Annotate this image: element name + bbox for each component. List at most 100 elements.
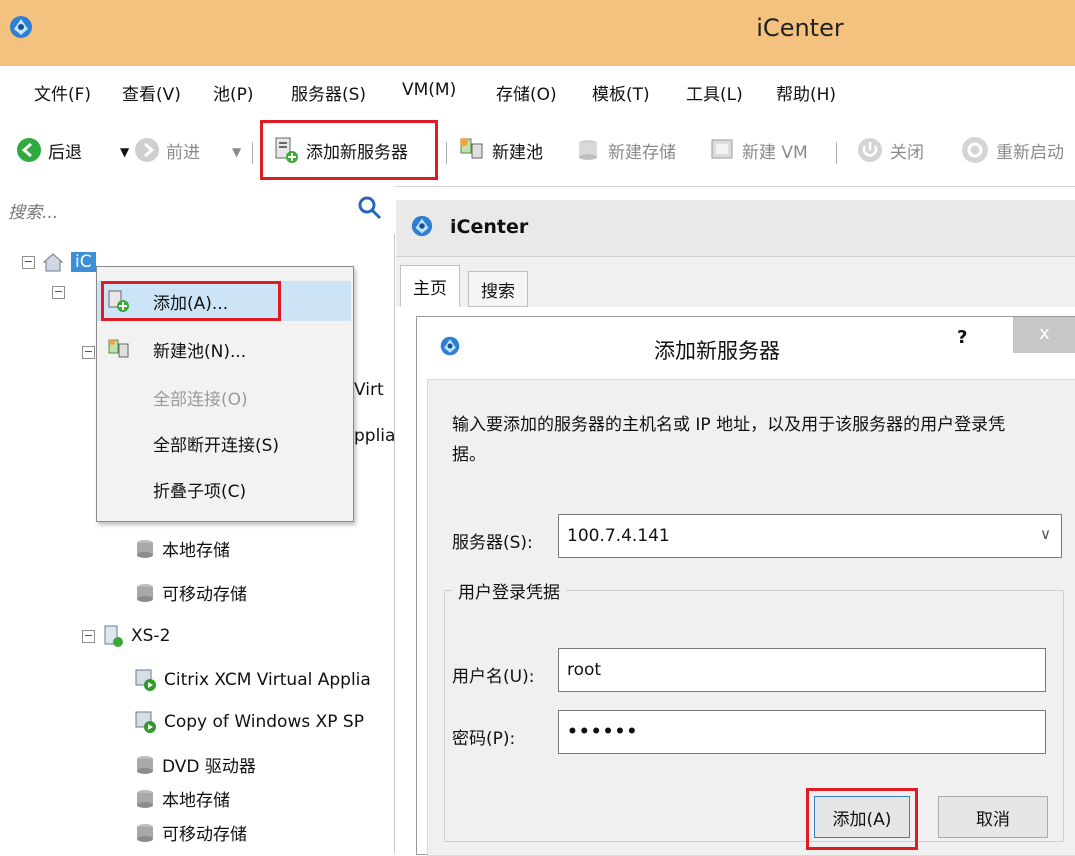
tree-local-storage[interactable]: 本地存储 [134,536,230,561]
collapse-toggle-icon[interactable]: − [82,629,95,643]
close-button[interactable]: x [1013,317,1075,353]
tree-vm-partial[interactable]: Virt [354,380,384,400]
tree-root-label: iC [71,252,96,272]
ctx-label: 全部连接(O) [153,389,248,410]
shutdown-button[interactable]: 关闭 [856,136,924,164]
home-icon [42,253,64,272]
menu-bar: 文件(F) 查看(V) 池(P) 服务器(S) VM(M) 存储(O) 模板(T… [0,66,1075,116]
shutdown-label: 关闭 [890,142,924,163]
back-arrow-icon [17,138,41,162]
help-icon[interactable]: ? [957,327,967,348]
search-placeholder: 搜索... [8,203,59,223]
ctx-label: 新建池(N)... [153,341,247,362]
credentials-group-label: 用户登录凭据 [452,578,566,603]
tree-label: 本地存储 [162,541,230,561]
collapse-toggle-icon[interactable]: − [52,286,65,299]
new-storage-button[interactable]: 新建存储 [574,136,676,164]
tree-server-xs1[interactable]: − [52,286,65,299]
username-label: 用户名(U): [452,667,535,687]
ctx-label: 全部断开连接(S) [153,435,280,456]
forward-button[interactable]: 前进 [134,136,200,164]
menu-server[interactable]: 服务器(S) [291,80,366,105]
highlight-ctx-add [101,281,281,321]
ctx-collapse-children-item[interactable]: 折叠子项(C) [97,469,351,509]
tree-label: 本地存储 [162,791,230,811]
forward-dropdown-icon[interactable]: ▼ [232,138,241,166]
ctx-disconnect-all-item[interactable]: 全部断开连接(S) [97,423,351,463]
menu-storage[interactable]: 存储(O) [496,80,557,105]
menu-help[interactable]: 帮助(H) [776,80,836,105]
collapse-toggle-icon[interactable]: − [22,255,35,269]
add-new-server-button[interactable]: 添加新服务器 [272,136,408,164]
tree-node[interactable]: − [82,346,95,359]
tree-local-storage[interactable]: 本地存储 [134,786,230,811]
ctx-connect-all-item[interactable]: 全部连接(O) [97,377,351,417]
disk-icon [137,539,153,558]
tree-dvd-drive[interactable]: DVD 驱动器 [134,752,256,777]
back-dropdown-icon[interactable]: ▼ [120,138,129,166]
cancel-button[interactable]: 取消 [938,796,1048,838]
tree-label: 可移动存储 [162,585,247,605]
app-logo-icon [410,214,434,243]
ctx-new-pool-item[interactable]: 新建池(N)... [97,329,351,369]
restart-button[interactable]: 重新启动 [960,136,1064,164]
panel-header: iCenter [396,200,1075,257]
tree-label: XS-2 [131,626,171,646]
menu-vm[interactable]: VM(M) [402,80,456,100]
forward-arrow-icon [135,138,159,162]
tree-removable-storage[interactable]: 可移动存储 [134,820,247,845]
tab-search[interactable]: 搜索 [468,271,528,307]
new-vm-button[interactable]: 新建 VM [708,136,808,164]
tree-vm-partial[interactable]: pplia [354,426,395,446]
vm-running-icon [135,711,156,733]
tree-label: Citrix XCM Virtual Applia [164,670,371,690]
add-server-icon [275,137,298,163]
menu-tools[interactable]: 工具(L) [686,80,743,105]
panel-title: iCenter [450,216,529,238]
new-pool-icon [107,337,131,366]
server-value: 100.7.4.141 [567,526,670,546]
toolbar-separator [836,142,837,164]
tree-server-xs2[interactable]: − XS-2 [82,624,170,648]
new-storage-icon [579,140,597,160]
window-title: iCenter [756,14,844,42]
tree-vm-item[interactable]: Copy of Windows XP SP [134,710,364,734]
search-icon[interactable] [356,194,384,227]
vm-running-icon [135,669,156,691]
tree-label: DVD 驱动器 [162,757,256,777]
password-input[interactable]: •••••• [558,710,1046,754]
new-storage-label: 新建存储 [608,142,676,163]
disk-icon [137,823,153,842]
username-input[interactable]: root [558,648,1046,692]
add-button[interactable]: 添加(A) [814,796,910,838]
server-label: 服务器(S): [452,533,533,553]
tree-vm-item[interactable]: Citrix XCM Virtual Applia [134,668,371,692]
toolbar-separator [252,142,253,164]
tree-root[interactable]: − iC [22,250,96,274]
tree-removable-storage[interactable]: 可移动存储 [134,580,247,605]
disk-icon [137,789,153,808]
new-pool-icon [460,138,483,159]
search-box[interactable]: 搜索... [0,186,394,235]
menu-pool[interactable]: 池(P) [213,80,254,105]
dialog-description: 输入要添加的服务器的主机名或 IP 地址，以及用于该服务器的用户登录凭据。 [452,415,1006,465]
collapse-toggle-icon[interactable]: − [82,346,95,359]
back-button[interactable]: 后退 [16,136,82,164]
toolbar-separator [446,142,447,164]
menu-file[interactable]: 文件(F) [34,80,91,105]
add-server-dialog: 添加新服务器 ? x 输入要添加的服务器的主机名或 IP 地址，以及用于该服务器… [416,316,1075,856]
panel-tabs: 主页 搜索 [396,257,1075,307]
password-label: 密码(P): [452,729,516,749]
menu-view[interactable]: 查看(V) [122,80,181,105]
server-select[interactable]: 100.7.4.141 ∨ [558,514,1062,558]
tab-home[interactable]: 主页 [400,265,460,307]
toolbar: 后退 ▼ 前进 ▼ 添加新服务器 新建池 新建存储 新建 VM 关闭 重新启动 [0,116,1075,187]
chevron-down-icon[interactable]: ∨ [1040,525,1051,543]
power-icon [858,138,882,162]
menu-template[interactable]: 模板(T) [592,80,650,105]
username-value: root [567,660,602,680]
new-vm-icon [711,139,733,159]
new-pool-button[interactable]: 新建池 [458,136,543,164]
ctx-label: 折叠子项(C) [153,481,247,502]
dialog-title-bar: 添加新服务器 ? x [417,317,1075,379]
